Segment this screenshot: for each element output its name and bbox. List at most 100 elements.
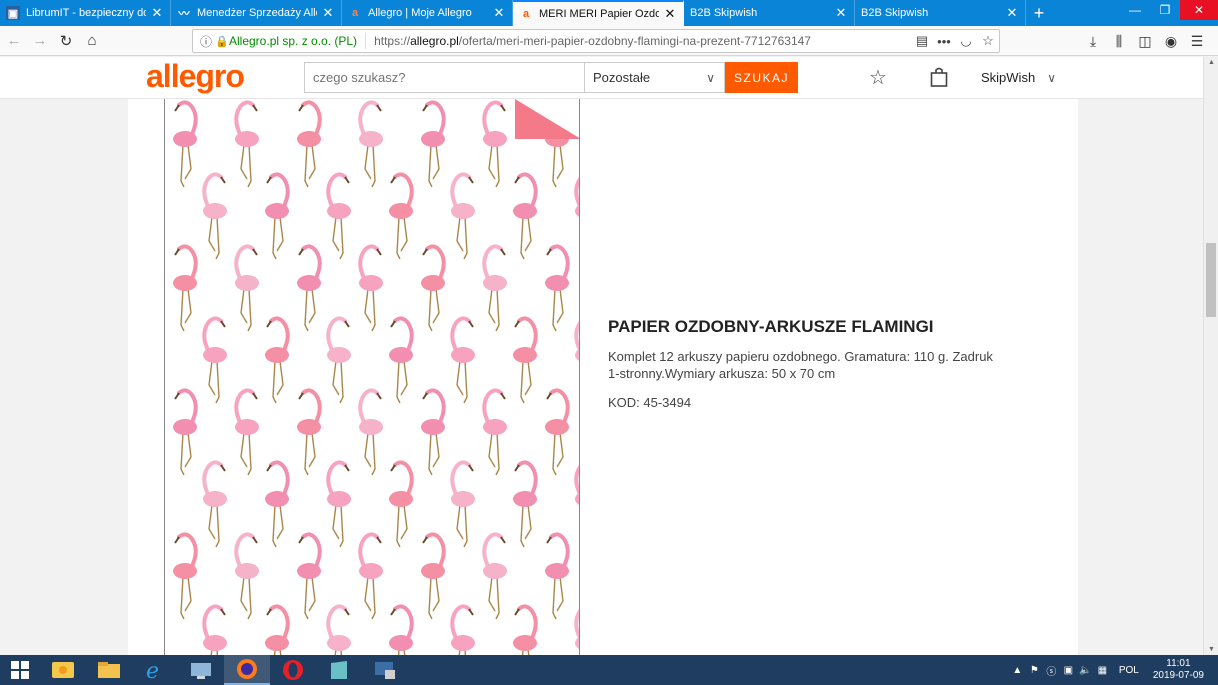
flamingo — [173, 532, 198, 620]
restore-icon[interactable]: ❐ — [1150, 0, 1180, 20]
flamingo — [450, 460, 475, 548]
tab-b2b-skipwish-1[interactable]: B2B Skipwish ✕ — [684, 0, 855, 26]
language-indicator[interactable]: POL — [1119, 665, 1139, 676]
close-tab-icon[interactable]: ✕ — [492, 5, 506, 21]
sidebar-icon[interactable]: ◫ — [1132, 29, 1158, 53]
window-controls: — ❐ ✕ — [1120, 0, 1218, 20]
close-tab-icon[interactable]: ✕ — [1005, 5, 1019, 21]
product-image[interactable] — [164, 99, 580, 655]
flamingo — [173, 388, 198, 476]
network-app-icon[interactable] — [362, 655, 408, 685]
bookmark-star-icon[interactable]: ☆ — [977, 33, 999, 49]
windows-start-icon[interactable] — [0, 655, 40, 685]
flamingo — [389, 604, 414, 655]
tab-title: LibrumIT - bezpieczny dostęp z — [26, 7, 146, 19]
tab-meri-meri-active[interactable]: a MERI MERI Papier Ozdobny Fla ✕ — [513, 0, 684, 26]
close-tab-icon[interactable]: ✕ — [663, 6, 677, 22]
flamingo — [326, 316, 351, 404]
network-icon[interactable]: ▦ — [1094, 665, 1111, 676]
app-tray-icon[interactable]: ▣ — [1060, 665, 1077, 676]
pocket-icon[interactable]: ◡ — [955, 33, 977, 49]
volume-icon[interactable]: 🔈 — [1077, 665, 1094, 676]
reload-icon[interactable]: ↻ — [54, 29, 78, 53]
download-icon[interactable]: ⤓ — [1080, 29, 1106, 53]
clock[interactable]: 11:01 2019-07-09 — [1153, 658, 1204, 682]
remote-desktop-icon[interactable] — [178, 655, 224, 685]
url-path: /oferta/meri-meri-papier-ozdobny-flaming… — [458, 34, 811, 48]
user-menu[interactable]: SkipWish ∨ — [981, 70, 1056, 85]
search-input[interactable] — [304, 62, 585, 93]
account-icon[interactable]: ◉ — [1158, 29, 1184, 53]
favorites-star-icon[interactable]: ☆ — [866, 65, 890, 89]
flamingo — [234, 244, 259, 332]
site-identity[interactable]: Allegro.pl sp. z o.o. (PL) — [229, 34, 357, 48]
flamingo — [574, 177, 579, 217]
chevron-up-icon[interactable]: ▲ — [1009, 665, 1026, 676]
internet-explorer-icon[interactable]: e — [132, 655, 178, 685]
flamingo — [513, 604, 538, 655]
flamingo — [202, 604, 227, 655]
url-domain: allegro.pl — [410, 34, 459, 48]
remote-desktop-svg — [191, 663, 211, 679]
allegro-logo[interactable]: allegro — [146, 58, 245, 95]
system-tray: ▲ ⚑ ⓢ ▣ 🔈 ▦ POL 11:01 2019-07-09 — [1009, 655, 1218, 685]
tab-b2b-skipwish-2[interactable]: B2B Skipwish ✕ — [855, 0, 1026, 26]
flamingo-pattern — [173, 99, 579, 655]
scrollbar-thumb[interactable] — [1206, 243, 1216, 317]
page-scrollbar[interactable]: ▲ ▼ — [1203, 57, 1218, 655]
page-actions-icon[interactable]: ••• — [933, 34, 955, 49]
network-app-svg — [375, 662, 395, 679]
minimize-icon[interactable]: — — [1120, 0, 1150, 20]
reader-view-icon[interactable]: ▤ — [911, 33, 933, 49]
url-prefix: https:// — [374, 34, 411, 48]
forward-icon[interactable]: → — [28, 29, 52, 53]
menu-icon[interactable]: ☰ — [1184, 29, 1210, 53]
close-tab-icon[interactable]: ✕ — [150, 5, 164, 21]
category-select[interactable]: Pozostałe ∨ — [584, 62, 725, 93]
allegro-icon: a — [351, 7, 359, 19]
scroll-down-icon[interactable]: ▼ — [1204, 646, 1218, 653]
close-tab-icon[interactable]: ✕ — [834, 5, 848, 21]
skype-icon[interactable]: ⓢ — [1043, 663, 1060, 678]
library-icon[interactable]: ⫼ — [1106, 29, 1132, 53]
tab-librumit[interactable]: ▣ LibrumIT - bezpieczny dostęp z ✕ — [0, 0, 171, 26]
opera-icon[interactable] — [270, 655, 316, 685]
internet-explorer-svg: e — [146, 659, 159, 681]
scroll-up-icon[interactable]: ▲ — [1204, 59, 1218, 66]
flag-icon[interactable]: ⚑ — [1026, 665, 1043, 676]
product-title: PAPIER OZDOBNY-ARKUSZE FLAMINGI — [608, 317, 934, 336]
flamingo — [513, 316, 538, 404]
flamingo — [450, 172, 475, 260]
url-text[interactable]: https://allegro.pl/oferta/meri-meri-papi… — [374, 34, 911, 48]
flamingo — [358, 532, 383, 620]
flamingo — [421, 100, 446, 188]
firefox-icon[interactable] — [224, 655, 270, 685]
flamingo — [482, 244, 507, 332]
flamingo — [482, 532, 507, 620]
flamingo — [358, 100, 383, 188]
flamingo — [202, 172, 227, 260]
messaging-app-icon[interactable] — [40, 655, 86, 685]
search-button[interactable]: SZUKAJ — [725, 62, 798, 93]
tab-moje-allegro[interactable]: a Allegro | Moje Allegro ✕ — [342, 0, 513, 26]
flamingo — [389, 460, 414, 548]
back-icon[interactable]: ← — [2, 29, 26, 53]
address-bar[interactable]: ⓘ 🔒 Allegro.pl sp. z o.o. (PL) https://a… — [192, 29, 1000, 53]
toolbar-right: ⤓ ⫼ ◫ ◉ ☰ — [1080, 29, 1210, 53]
info-icon[interactable]: ⓘ — [197, 33, 215, 50]
flamingo — [421, 388, 446, 476]
close-tab-icon[interactable]: ✕ — [321, 5, 335, 21]
home-icon[interactable]: ⌂ — [80, 29, 104, 53]
close-window-icon[interactable]: ✕ — [1180, 0, 1218, 20]
flamingo — [574, 465, 579, 505]
flamingo — [202, 316, 227, 404]
file-explorer-icon[interactable] — [86, 655, 132, 685]
cart-bag-icon[interactable] — [927, 65, 951, 89]
firefox-svg — [237, 659, 257, 679]
flamingo — [297, 100, 322, 188]
lock-icon[interactable]: 🔒 — [215, 35, 229, 48]
tab-title: B2B Skipwish — [690, 7, 758, 19]
tab-menedzer-sprzedazy[interactable]: 〰 Menedżer Sprzedaży Allegro.pl ✕ — [171, 0, 342, 26]
new-tab-icon[interactable]: + — [1026, 0, 1052, 26]
notes-app-icon[interactable] — [316, 655, 362, 685]
